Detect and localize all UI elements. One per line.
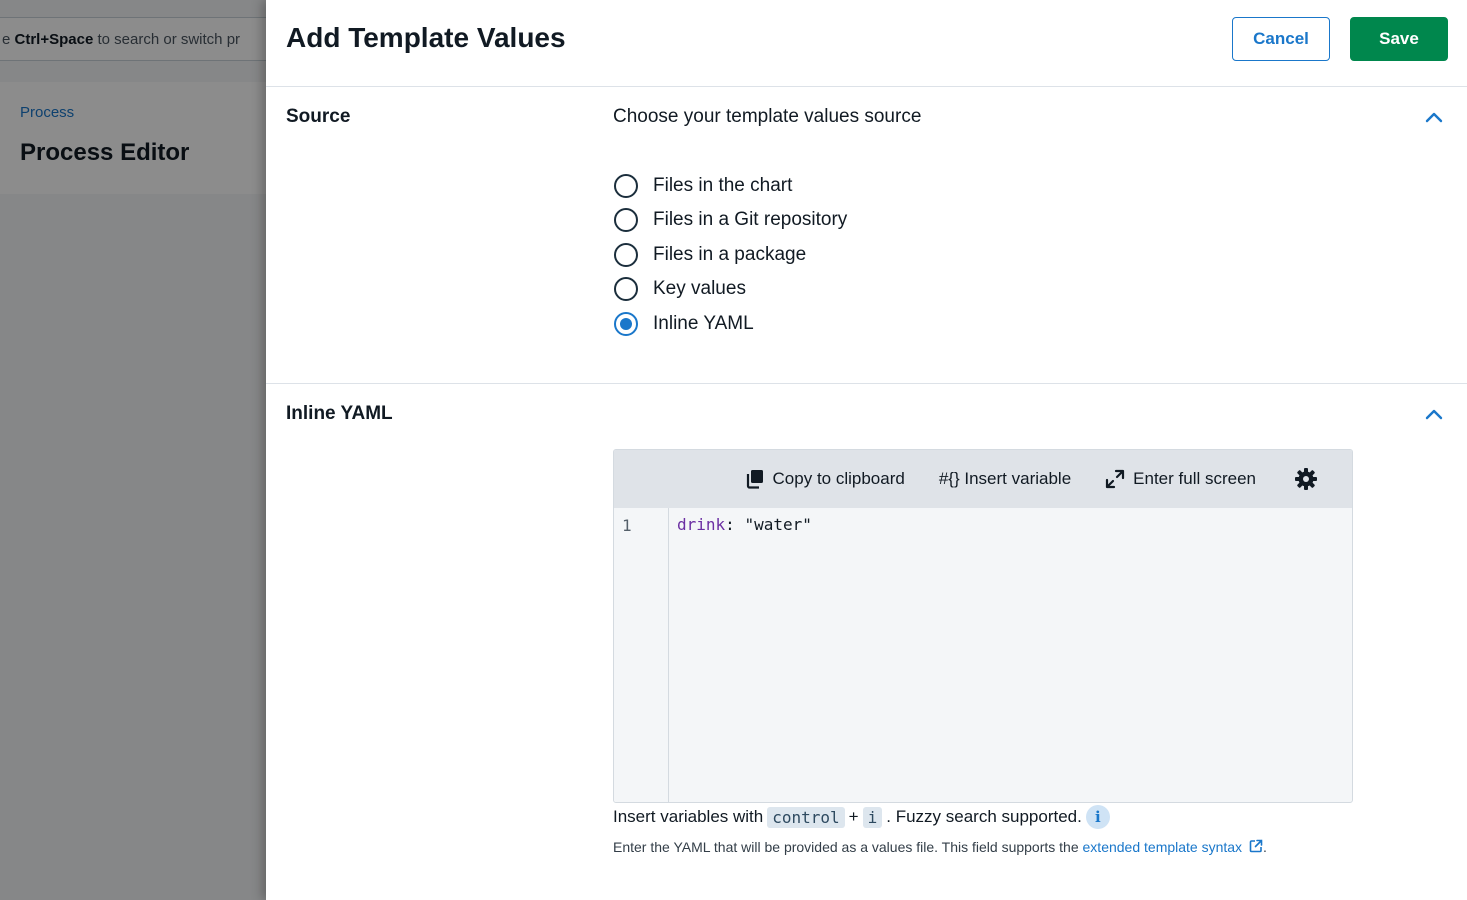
hint-suffix: . Fuzzy search supported. bbox=[886, 807, 1082, 826]
radio-label: Files in the chart bbox=[653, 175, 793, 196]
save-button[interactable]: Save bbox=[1350, 17, 1448, 61]
kbd-control: control bbox=[767, 806, 845, 828]
radio-files-in-chart[interactable]: Files in the chart bbox=[614, 174, 792, 198]
chevron-up-icon[interactable] bbox=[1423, 403, 1445, 425]
insert-variable-button[interactable]: #{} Insert variable bbox=[939, 469, 1071, 489]
template-values-drawer: Add Template Values Cancel Save Source C… bbox=[266, 0, 1467, 900]
yaml-key: drink bbox=[677, 515, 726, 534]
source-section-label: Source bbox=[286, 106, 351, 127]
line-number: 1 bbox=[622, 516, 632, 535]
hint-prefix: Insert variables with bbox=[613, 807, 764, 826]
line-number-gutter: 1 bbox=[614, 508, 669, 802]
radio-button[interactable] bbox=[614, 174, 638, 198]
radio-key-values[interactable]: Key values bbox=[614, 277, 746, 301]
extended-template-syntax-link[interactable]: extended template syntax bbox=[1083, 839, 1263, 855]
radio-files-in-git-repository[interactable]: Files in a Git repository bbox=[614, 208, 847, 232]
radio-button[interactable] bbox=[614, 277, 638, 301]
radio-label: Inline YAML bbox=[653, 313, 754, 334]
radio-label: Key values bbox=[653, 278, 746, 299]
modal-overlay[interactable] bbox=[0, 0, 266, 900]
help-text-end: . bbox=[1262, 839, 1267, 855]
drawer-title: Add Template Values bbox=[286, 22, 566, 53]
editor-body[interactable]: 1 drink: "water" bbox=[614, 508, 1352, 802]
hint-plus: + bbox=[848, 807, 859, 826]
link-label: extended template syntax bbox=[1082, 839, 1243, 855]
enter-full-screen-button[interactable]: Enter full screen bbox=[1105, 469, 1256, 489]
radio-button-selected[interactable] bbox=[614, 312, 638, 336]
drawer-header: Add Template Values Cancel Save bbox=[266, 0, 1467, 87]
external-link-icon bbox=[1249, 839, 1263, 853]
expand-icon bbox=[1106, 469, 1125, 489]
radio-files-in-package[interactable]: Files in a package bbox=[614, 243, 806, 267]
copy-to-clipboard-button[interactable]: Copy to clipboard bbox=[745, 469, 905, 489]
inline-yaml-section: Inline YAML Copy to clipboard #{} Insert… bbox=[266, 384, 1467, 900]
enter-full-screen-label: Enter full screen bbox=[1133, 469, 1256, 488]
editor-toolbar: Copy to clipboard #{} Insert variable En… bbox=[614, 450, 1352, 508]
insert-variable-label: #{} Insert variable bbox=[938, 469, 1072, 488]
copy-icon bbox=[746, 470, 763, 489]
inline-yaml-section-label: Inline YAML bbox=[286, 403, 393, 424]
chevron-up-icon[interactable] bbox=[1423, 106, 1445, 128]
insert-variable-hint: Insert variables with control + i . Fuzz… bbox=[613, 805, 1110, 829]
help-text: Enter the YAML that will be provided as … bbox=[613, 839, 1267, 855]
yaml-separator: : bbox=[725, 515, 745, 534]
radio-button[interactable] bbox=[614, 243, 638, 267]
radio-label: Files in a package bbox=[653, 244, 807, 265]
radio-label: Files in a Git repository bbox=[653, 209, 848, 230]
yaml-value: "water" bbox=[744, 515, 812, 534]
cancel-button[interactable]: Cancel bbox=[1232, 17, 1330, 61]
code-line[interactable]: drink: "water" bbox=[677, 515, 812, 534]
yaml-code-editor[interactable]: Copy to clipboard #{} Insert variable En… bbox=[613, 449, 1353, 803]
editor-settings-button[interactable] bbox=[1294, 467, 1326, 491]
help-text-body: Enter the YAML that will be provided as … bbox=[613, 839, 1083, 855]
source-section: Source Choose your template values sourc… bbox=[266, 87, 1467, 384]
copy-to-clipboard-label: Copy to clipboard bbox=[772, 469, 905, 488]
radio-inline-yaml[interactable]: Inline YAML bbox=[614, 312, 754, 336]
info-icon[interactable]: i bbox=[1085, 805, 1110, 829]
radio-button[interactable] bbox=[614, 208, 638, 232]
source-description: Choose your template values source bbox=[613, 106, 922, 127]
gear-icon bbox=[1295, 468, 1317, 490]
kbd-i: i bbox=[862, 806, 883, 828]
